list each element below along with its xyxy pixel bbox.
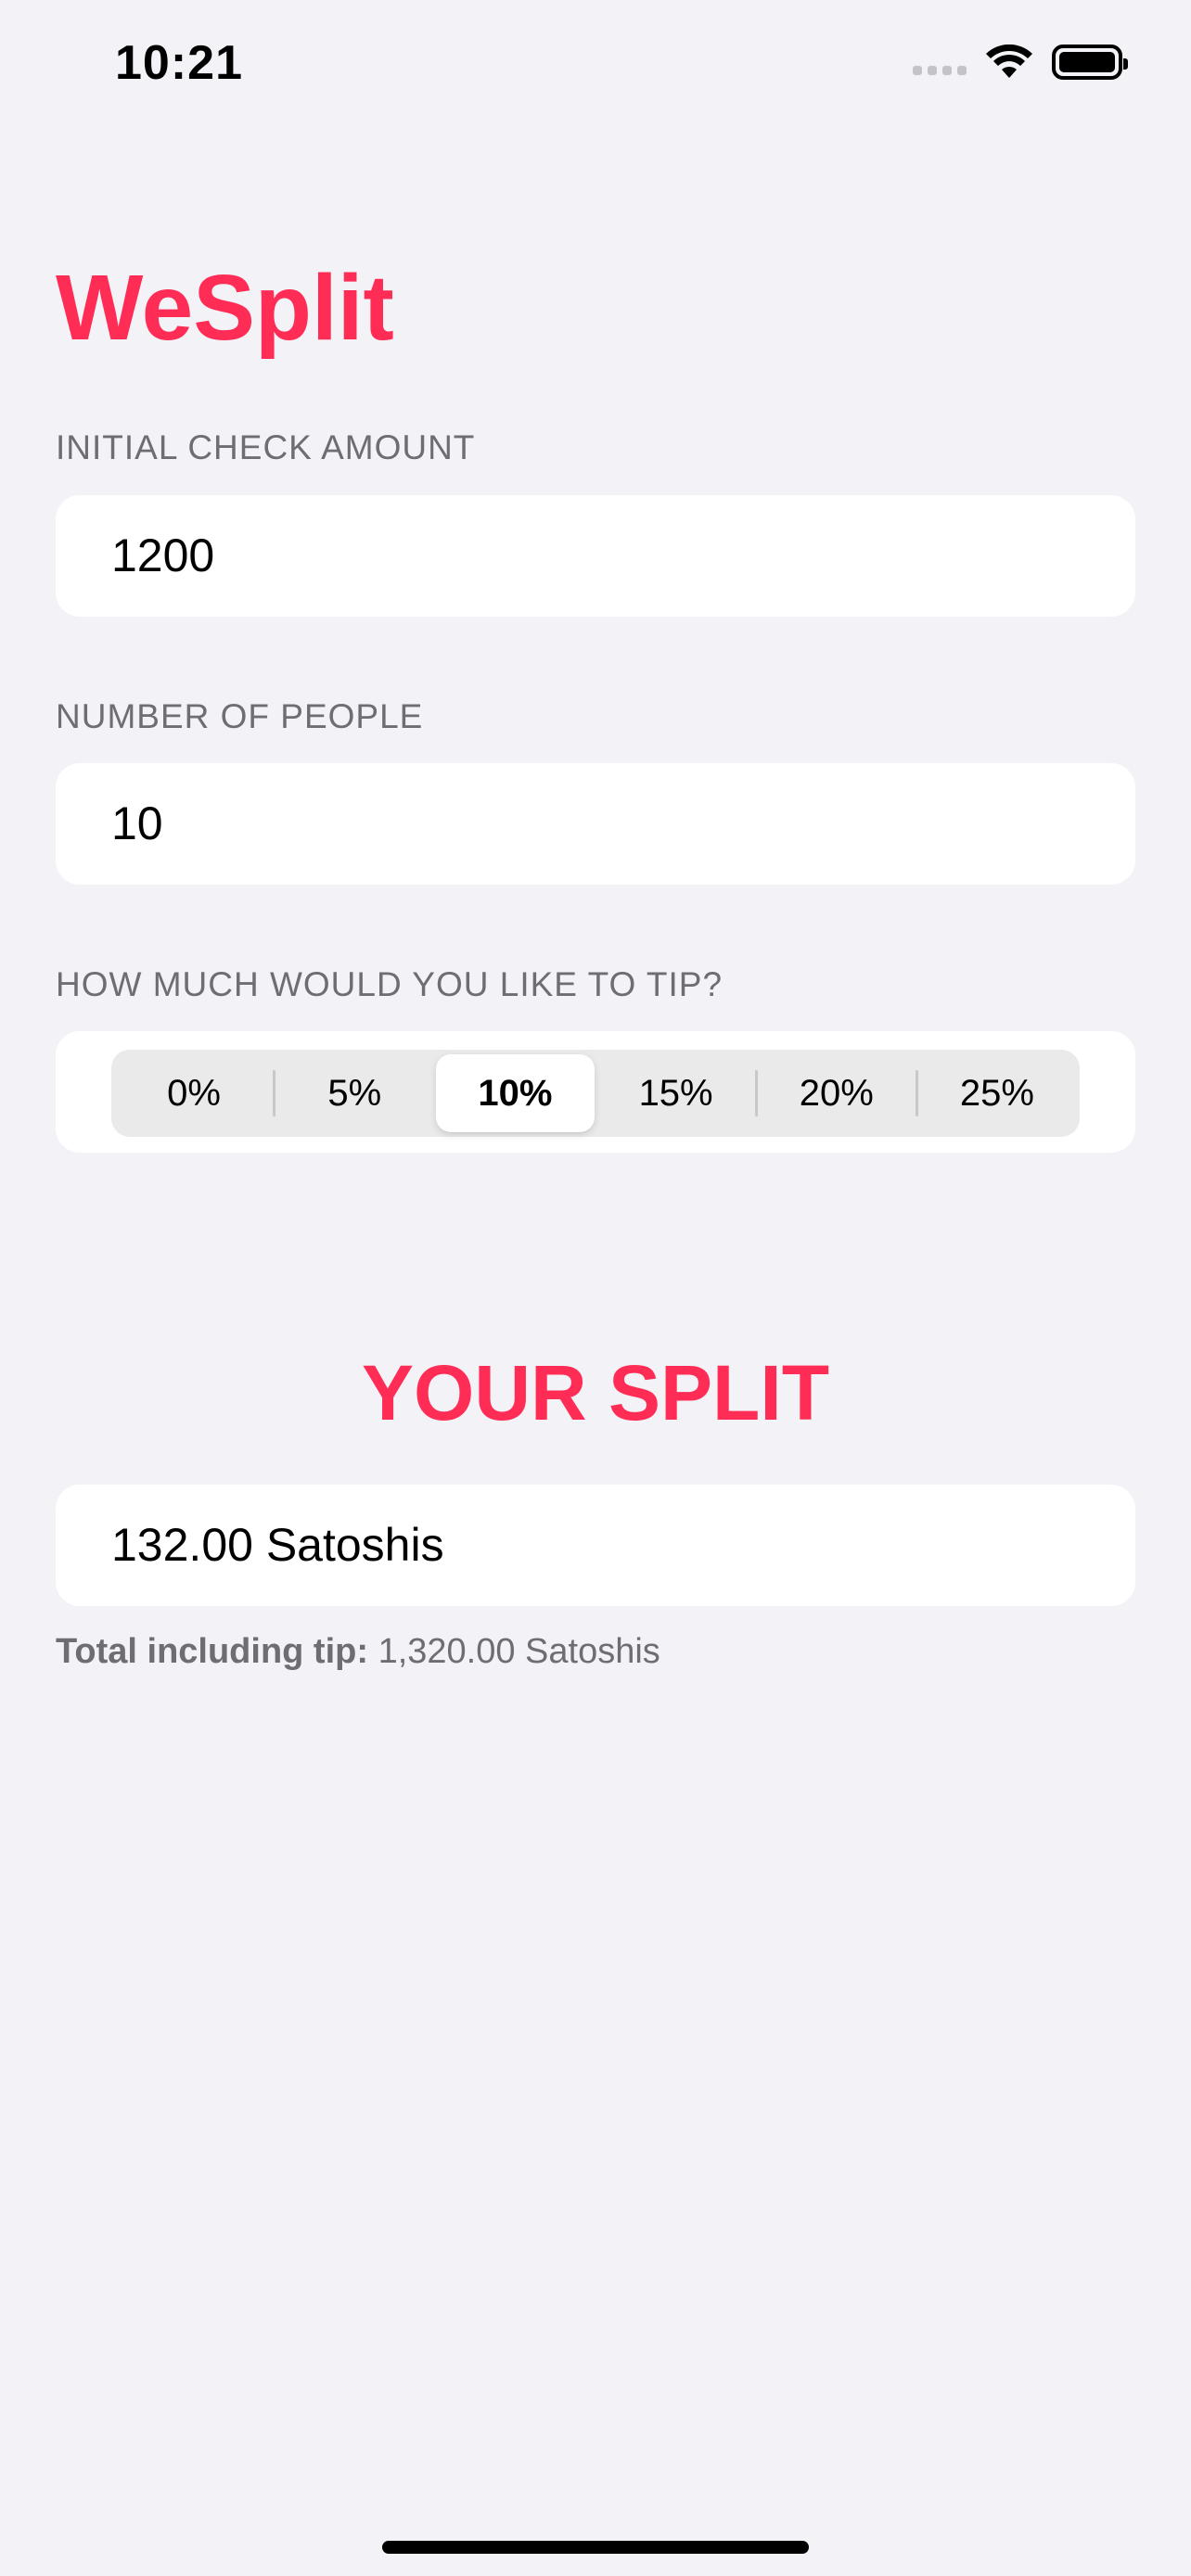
app-title: WeSplit — [56, 256, 394, 360]
check-amount-input[interactable] — [111, 495, 1085, 617]
tip-option-25[interactable]: 25% — [918, 1054, 1076, 1132]
tip-segmented-control: 0% 5% 10% 15% 20% 25% — [111, 1050, 1080, 1137]
split-result-card: 132.00 Satoshis — [56, 1485, 1135, 1606]
split-heading: YOUR SPLIT — [361, 1349, 830, 1436]
tip-option-10[interactable]: 10% — [436, 1054, 595, 1132]
battery-icon — [1052, 45, 1128, 80]
check-amount-label: INITIAL CHECK AMOUNT — [56, 428, 476, 466]
total-including-tip: Total including tip: 1,320.00 Satoshis — [56, 1632, 660, 1672]
tip-label: HOW MUCH WOULD YOU LIKE TO TIP? — [56, 965, 724, 1003]
tip-card: 0% 5% 10% 15% 20% 25% — [56, 1031, 1135, 1153]
people-count-label: NUMBER OF PEOPLE — [56, 697, 424, 735]
tip-option-0[interactable]: 0% — [115, 1054, 273, 1132]
total-value: 1,320.00 Satoshis — [378, 1632, 660, 1671]
status-bar: 10:21 — [0, 0, 1191, 130]
tip-option-15[interactable]: 15% — [597, 1054, 755, 1132]
cellular-signal-icon — [913, 66, 967, 75]
status-icons — [913, 45, 1128, 80]
home-indicator[interactable] — [382, 2541, 809, 2554]
tip-option-20[interactable]: 20% — [758, 1054, 916, 1132]
wifi-icon — [986, 45, 1032, 78]
split-per-person-value: 132.00 Satoshis — [111, 1519, 444, 1571]
tip-option-5[interactable]: 5% — [275, 1054, 433, 1132]
people-count-input[interactable] — [111, 763, 1085, 885]
check-amount-card — [56, 495, 1135, 617]
total-label: Total including tip: — [56, 1632, 369, 1671]
people-count-card — [56, 763, 1135, 885]
status-time: 10:21 — [115, 36, 243, 90]
